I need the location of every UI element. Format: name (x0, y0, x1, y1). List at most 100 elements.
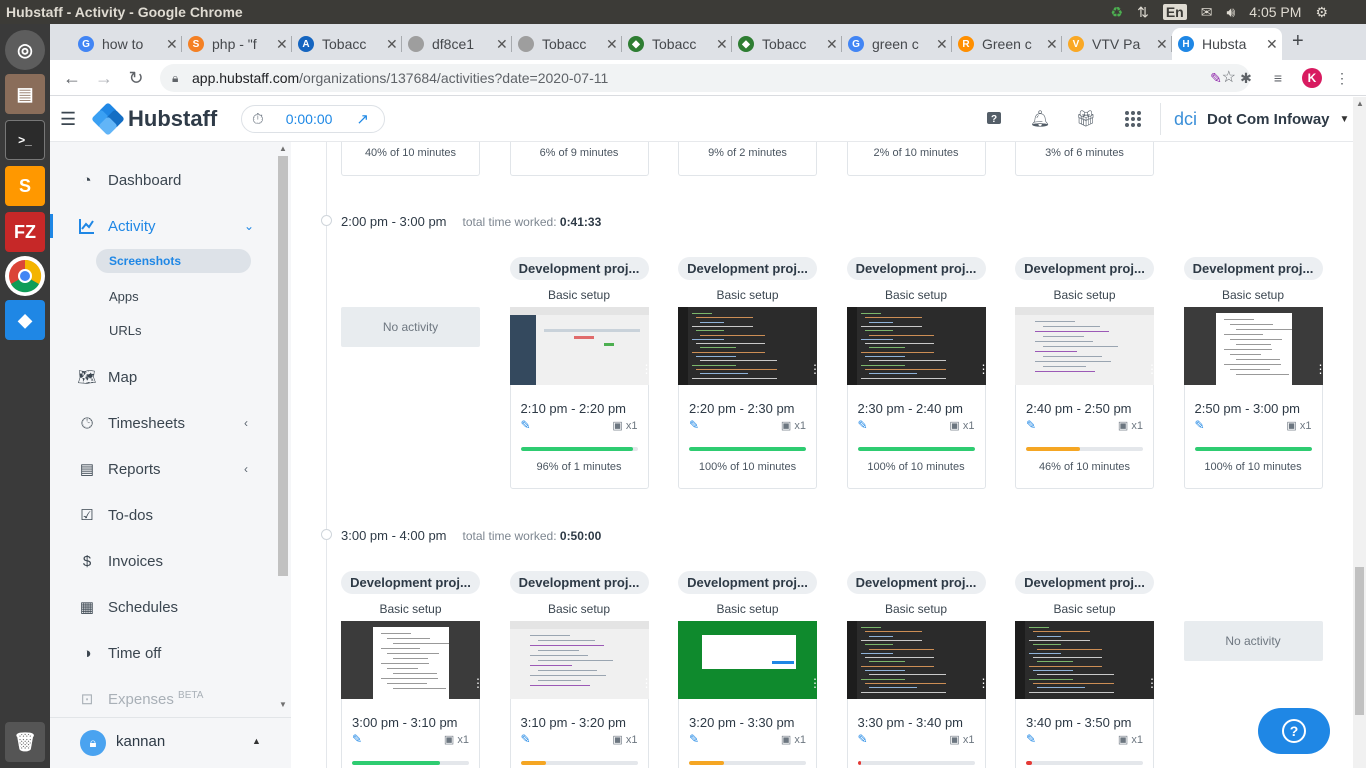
sidebar-item-time-off[interactable]: ◑ Time off (78, 641, 161, 665)
browser-tab[interactable]: ◆ Tobacc ✕ (622, 28, 732, 60)
reload-button[interactable]: ↻ (124, 66, 148, 90)
more-options-icon[interactable]: ⋮ (809, 363, 817, 381)
sidebar-scroll-thumb[interactable] (278, 156, 288, 576)
tab-close-icon[interactable]: ✕ (166, 36, 178, 53)
screenshot-thumbnail[interactable]: ⋮ (846, 621, 986, 699)
organization-switcher[interactable]: dci Dot Com Infoway ▼ (1174, 109, 1349, 130)
chrome-icon[interactable] (5, 256, 45, 296)
project-pill[interactable]: Development proj... (678, 257, 817, 280)
ubuntu-dash-icon[interactable]: ◎ (5, 30, 45, 70)
sidebar-subitem-apps[interactable]: Apps (96, 285, 251, 309)
chevron-left-icon[interactable]: ‹ (244, 416, 248, 430)
apps-grid-icon[interactable] (1123, 109, 1143, 129)
more-options-icon[interactable]: ⋮ (809, 677, 817, 695)
page-scrollbar[interactable]: ▲ (1353, 97, 1366, 768)
sidebar-item-invoices[interactable]: $ Invoices (78, 549, 163, 573)
screenshot-thumbnail[interactable]: ⋮ (846, 307, 986, 385)
edit-pencil-icon[interactable]: ✎ (352, 732, 362, 746)
browser-tab[interactable]: A Tobacc ✕ (292, 28, 402, 60)
screenshot-thumbnail[interactable]: ⋮ (341, 621, 480, 699)
activity-card[interactable]: ⋮ 2:50 pm - 3:00 pm ✎ ▣ x1 100% of 10 minute… (1183, 307, 1323, 489)
extensions-icon[interactable]: ✱ (1236, 68, 1256, 88)
more-options-icon[interactable]: ⋮ (472, 677, 480, 695)
forward-button[interactable]: → (92, 66, 116, 90)
back-button[interactable]: ← (60, 66, 84, 90)
edit-pencil-icon[interactable]: ✎ (689, 418, 699, 432)
screenshot-thumbnail[interactable]: ⋮ (1015, 307, 1154, 385)
tab-close-icon[interactable]: ✕ (1156, 36, 1168, 53)
sidebar-item-activity[interactable]: Activity ⌄ (78, 214, 254, 238)
lock-icon[interactable]: 🔒︎ (172, 64, 178, 92)
activity-card[interactable]: ⋮ 3:40 pm - 3:50 pm ✎ ▣ x1 (1015, 621, 1154, 768)
sidebar-item-dashboard[interactable]: ◔ Dashboard (78, 168, 181, 192)
activity-card[interactable]: ⋮ 2:10 pm - 2:20 pm ✎ ▣ x1 96% of 1 minutes (509, 307, 649, 489)
trash-icon[interactable]: 🗑︎ (5, 722, 45, 762)
keyboard-layout[interactable]: En (1162, 4, 1187, 20)
project-pill[interactable]: Development proj... (846, 571, 986, 594)
tab-close-icon[interactable]: ✕ (1046, 36, 1058, 53)
chevron-down-icon[interactable]: ⌄ (244, 219, 254, 233)
new-tab-button[interactable]: + (1292, 30, 1304, 53)
help-center-icon[interactable]: ? (984, 109, 1004, 129)
sidebar-subitem-screenshots[interactable]: Screenshots (96, 249, 251, 273)
edit-pencil-icon[interactable]: ✎ (689, 732, 699, 746)
edit-pencil-icon[interactable]: ✎ (521, 732, 531, 746)
tab-close-icon[interactable]: ✕ (606, 36, 618, 53)
edit-pencil-icon[interactable]: ✎ (1195, 418, 1205, 432)
activity-card[interactable]: ⋮ 2:30 pm - 2:40 pm ✎ ▣ x1 100% of 10 minute… (846, 307, 986, 489)
screenshot-thumbnail[interactable]: ⋮ (509, 621, 649, 699)
project-pill[interactable]: Development proj... (846, 257, 986, 280)
hamburger-menu-icon[interactable]: ☰ (60, 109, 76, 130)
browser-tab[interactable]: Ghow to ✕ (72, 28, 182, 60)
tab-close-icon[interactable]: ✕ (716, 36, 728, 53)
hubstaff-logo[interactable]: Hubstaff (91, 102, 217, 136)
more-options-icon[interactable]: ⋮ (1146, 677, 1154, 695)
open-timer-arrow-icon[interactable]: ↗ (356, 110, 369, 128)
browser-tab[interactable]: df8ce1 ✕ (402, 28, 512, 60)
browser-tab[interactable]: Tobacc ✕ (512, 28, 622, 60)
screenshot-thumbnail[interactable]: ⋮ (509, 307, 649, 385)
caret-up-icon[interactable]: ▲ (252, 736, 261, 746)
address-bar[interactable]: 🔒︎ app.hubstaff.com/organizations/137684… (160, 64, 1250, 92)
clock[interactable]: 4:05 PM (1249, 4, 1301, 20)
sidebar-scrollbar[interactable]: ▲ ▼ (278, 144, 288, 709)
activity-card[interactable]: ⋮ 3:20 pm - 3:30 pm ✎ ▣ x1 (678, 621, 817, 768)
filezilla-icon[interactable]: FZ (5, 212, 45, 252)
tab-close-icon[interactable]: ✕ (496, 36, 508, 53)
screenshot-thumbnail[interactable]: ⋮ (1015, 621, 1154, 699)
files-icon[interactable]: ▤ (5, 74, 45, 114)
project-pill[interactable]: Development proj... (1015, 571, 1154, 594)
volume-icon[interactable]: 🔊︎ (1226, 4, 1235, 21)
browser-tab[interactable]: H Hubsta ✕ (1172, 28, 1282, 60)
edit-pencil-icon[interactable]: ✎ (858, 732, 868, 746)
browser-tab[interactable]: V VTV Pa ✕ (1062, 28, 1172, 60)
hubstaff-app-icon[interactable]: ◆ (5, 300, 45, 340)
more-options-icon[interactable]: ⋮ (1315, 363, 1323, 381)
sidebar-item-expenses[interactable]: ⊡ Expenses BETA (78, 687, 204, 711)
sidebar-item-timesheets[interactable]: 🕒︎ Timesheets ‹ (78, 411, 248, 435)
activity-card[interactable]: ⋮ 3:10 pm - 3:20 pm ✎ ▣ x1 (509, 621, 649, 768)
project-pill[interactable]: Development proj... (1015, 257, 1154, 280)
project-pill[interactable]: Development proj... (678, 571, 817, 594)
sync-icon[interactable]: ♻ (1111, 4, 1124, 21)
screenshot-thumbnail[interactable]: ⋮ (678, 621, 817, 699)
network-icon[interactable]: ⇅ (1137, 4, 1149, 21)
activity-card[interactable]: ⋮ 3:30 pm - 3:40 pm ✎ ▣ x1 (846, 621, 986, 768)
chevron-left-icon[interactable]: ‹ (244, 462, 248, 476)
tab-close-icon[interactable]: ✕ (276, 36, 288, 53)
feather-extension-icon[interactable]: ✎ (1206, 68, 1226, 88)
sidebar-item-schedules[interactable]: ▦ Schedules (78, 595, 178, 619)
tab-close-icon[interactable]: ✕ (386, 36, 398, 53)
browser-tab[interactable]: R Green c ✕ (952, 28, 1062, 60)
sidebar-subitem-urls[interactable]: URLs (96, 319, 251, 343)
sidebar-item-todos[interactable]: ☑ To-dos (78, 503, 153, 527)
project-pill[interactable]: Development proj... (341, 571, 480, 594)
tab-close-icon[interactable]: ✕ (1266, 36, 1278, 53)
project-pill[interactable]: Development proj... (509, 257, 649, 280)
scroll-down-arrow-icon[interactable]: ▼ (279, 700, 287, 709)
screenshot-thumbnail[interactable]: ⋮ (678, 307, 817, 385)
browser-tab[interactable]: Sphp - "f ✕ (182, 28, 292, 60)
user-menu[interactable]: 🔒︎ kannan ▲ (50, 717, 291, 768)
terminal-icon[interactable]: >_ (5, 120, 45, 160)
notifications-bell-icon[interactable]: 🔔︎ (1030, 109, 1050, 129)
